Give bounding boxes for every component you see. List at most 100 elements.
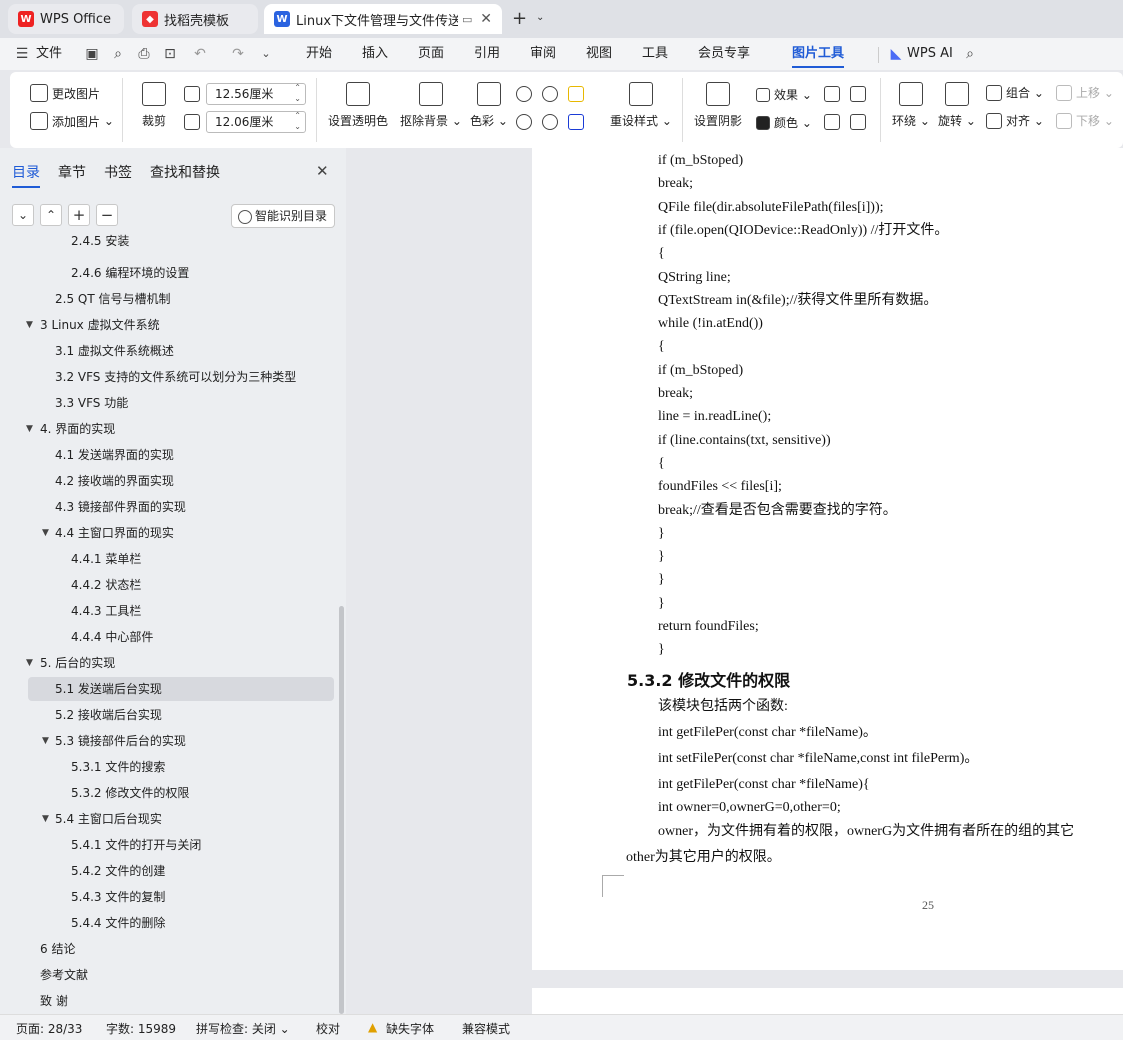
hamburger-icon[interactable]: ☰ (14, 46, 30, 62)
tab-wps-office[interactable]: W WPS Office (8, 4, 124, 34)
tab-toc[interactable]: 目录 (12, 162, 40, 188)
toc-item[interactable]: 4.4.2 状态栏 (0, 573, 330, 597)
format-painter-icon[interactable]: ⌕ (110, 46, 126, 62)
set-shadow-button[interactable]: 设置阴影 (694, 82, 742, 129)
tab-chapters[interactable]: 章节 (58, 162, 86, 182)
expand-arrow-icon[interactable]: ▼ (26, 313, 33, 337)
fill-color-icon[interactable] (568, 86, 584, 102)
width-input[interactable]: 12.56厘米 (206, 82, 306, 105)
outline-color-icon[interactable] (568, 114, 584, 130)
toc-scrollbar[interactable] (339, 606, 344, 1014)
set-transparent-button[interactable]: 设置透明色 (328, 82, 388, 129)
toc-item[interactable]: 5.4.3 文件的复制 (0, 885, 330, 909)
contrast-up-icon[interactable] (542, 86, 558, 102)
bring-forward-icon[interactable] (824, 86, 840, 102)
menu-insert[interactable]: 插入 (362, 38, 388, 70)
expand-arrow-icon[interactable]: ▼ (42, 729, 49, 753)
menu-file[interactable]: 文件 (36, 38, 62, 70)
menu-start[interactable]: 开始 (306, 38, 332, 70)
close-panel-icon[interactable]: ✕ (316, 162, 329, 180)
toc-item[interactable]: 参考文献 (0, 963, 330, 987)
toc-item[interactable]: 3.3 VFS 功能 (0, 391, 330, 415)
toc-item[interactable]: 3 Linux 虚拟文件系统 ▼ (0, 313, 330, 337)
proofread-button[interactable]: 校对 (316, 1020, 340, 1037)
crop-button[interactable]: 裁剪 (142, 82, 166, 129)
brightness-up-icon[interactable] (516, 86, 532, 102)
expand-arrow-icon[interactable]: ▼ (42, 521, 49, 545)
add-heading-button[interactable]: + (68, 204, 90, 226)
tab-docer[interactable]: ◆ 找稻壳模板 (132, 4, 258, 34)
tab-find-replace[interactable]: 查找和替换 (150, 162, 220, 182)
menu-review[interactable]: 审阅 (530, 38, 556, 70)
menu-wps-ai[interactable]: WPS AI (907, 38, 953, 70)
toc-item[interactable]: 致 谢 (0, 989, 330, 1013)
word-count[interactable]: 字数: 15989 (106, 1020, 176, 1037)
colors-button[interactable]: 颜色 ⌄ (756, 114, 812, 131)
group-button[interactable]: 组合 ⌄ (986, 84, 1044, 101)
expand-arrow-icon[interactable]: ▼ (42, 807, 49, 831)
toc-item[interactable]: 2.5 QT 信号与槽机制 (0, 287, 330, 311)
menu-reference[interactable]: 引用 (474, 38, 500, 70)
new-tab-icon[interactable]: + (512, 8, 527, 29)
missing-font-button[interactable]: 缺失字体 (386, 1020, 434, 1037)
undo-icon[interactable]: ↶ (192, 46, 208, 62)
toc-item[interactable]: 2.4.5 安装 (0, 234, 330, 259)
remove-heading-button[interactable]: − (96, 204, 118, 226)
toc-item[interactable]: 5.2 接收端后台实现 (0, 703, 330, 727)
contrast-down-icon[interactable] (542, 114, 558, 130)
toc-item[interactable]: 5.4.1 文件的打开与关闭 (0, 833, 330, 857)
menu-tools[interactable]: 工具 (642, 38, 668, 70)
toc-item[interactable]: 3.1 虚拟文件系统概述 (0, 339, 330, 363)
reset-style-button[interactable]: 重设样式 ⌄ (610, 82, 672, 129)
tab-document[interactable]: W Linux下文件管理与文件传送的 ▭ ✕ (264, 4, 502, 34)
layer-icon[interactable] (824, 114, 840, 130)
wrap-button[interactable]: 环绕 ⌄ (892, 82, 930, 129)
remove-background-button[interactable]: 抠除背景 ⌄ (400, 82, 462, 129)
chevron-down-icon[interactable]: ⌄ (536, 12, 544, 23)
more-chevron-icon[interactable]: ⌄ (258, 46, 274, 62)
close-tab-icon[interactable]: ✕ (480, 11, 492, 27)
rotate-button[interactable]: 旋转 ⌄ (938, 82, 976, 129)
menu-picture-tools[interactable]: 图片工具 (792, 38, 845, 70)
toc-item[interactable]: 4.4.4 中心部件 (0, 625, 330, 649)
tab-bookmarks[interactable]: 书签 (104, 162, 132, 182)
toc-item[interactable]: 3.2 VFS 支持的文件系统可以划分为三种类型 (0, 365, 330, 389)
brightness-down-icon[interactable] (516, 114, 532, 130)
color-button[interactable]: 色彩 ⌄ (470, 82, 508, 129)
spell-check-toggle[interactable]: 拼写检查: 关闭 ⌄ (196, 1020, 290, 1037)
align-button[interactable]: 对齐 ⌄ (986, 112, 1044, 129)
menu-member[interactable]: 会员专享 (698, 38, 750, 70)
collapse-up-button[interactable]: ⌃ (40, 204, 62, 226)
search-icon[interactable]: ⌕ (962, 46, 978, 62)
page-count[interactable]: 页面: 28/33 (16, 1020, 82, 1037)
add-picture-button[interactable]: 添加图片 ⌄ (30, 112, 114, 130)
smart-toc-button[interactable]: 智能识别目录 (231, 204, 335, 228)
height-input[interactable]: 12.06厘米 (206, 110, 306, 133)
toc-item[interactable]: 4.4.1 菜单栏 (0, 547, 330, 571)
toc-item[interactable]: 5. 后台的实现 ▼ (0, 651, 330, 675)
toc-item[interactable]: 5.3 镜接部件后台的实现 ▼ (0, 729, 330, 753)
toc-item[interactable]: 5.4 主窗口后台现实 ▼ (0, 807, 330, 831)
layer-alt-icon[interactable] (850, 114, 866, 130)
toc-item[interactable]: 4.4 主窗口界面的现实 ▼ (0, 521, 330, 545)
effects-button[interactable]: 效果 ⌄ (756, 86, 812, 103)
save-icon[interactable]: ▣ (84, 46, 100, 62)
toc-item[interactable]: 4.3 镜接部件界面的实现 (0, 495, 330, 519)
print-preview-icon[interactable]: ⊡ (162, 46, 178, 62)
toc-item[interactable]: 5.3.2 修改文件的权限 (0, 781, 330, 805)
move-down-button[interactable]: 下移 ⌄ (1056, 112, 1114, 129)
toc-item[interactable]: 4.4.3 工具栏 (0, 599, 330, 623)
menu-page[interactable]: 页面 (418, 38, 444, 70)
print-icon[interactable]: ⎙ (136, 46, 152, 62)
toc-item[interactable]: 4. 界面的实现 ▼ (0, 417, 330, 441)
toc-item[interactable]: 4.2 接收端的界面实现 (0, 469, 330, 493)
send-backward-icon[interactable] (850, 86, 866, 102)
expand-arrow-icon[interactable]: ▼ (26, 417, 33, 441)
move-up-button[interactable]: 上移 ⌄ (1056, 84, 1114, 101)
toc-item[interactable]: 5.4.4 文件的删除 (0, 911, 330, 935)
toc-item[interactable]: 5.3.1 文件的搜索 (0, 755, 330, 779)
expand-arrow-icon[interactable]: ▼ (26, 651, 33, 675)
toc-item[interactable]: 5.4.2 文件的创建 (0, 859, 330, 883)
toc-item[interactable]: 6 结论 (0, 937, 330, 961)
toc-item[interactable]: 4.1 发送端界面的实现 (0, 443, 330, 467)
